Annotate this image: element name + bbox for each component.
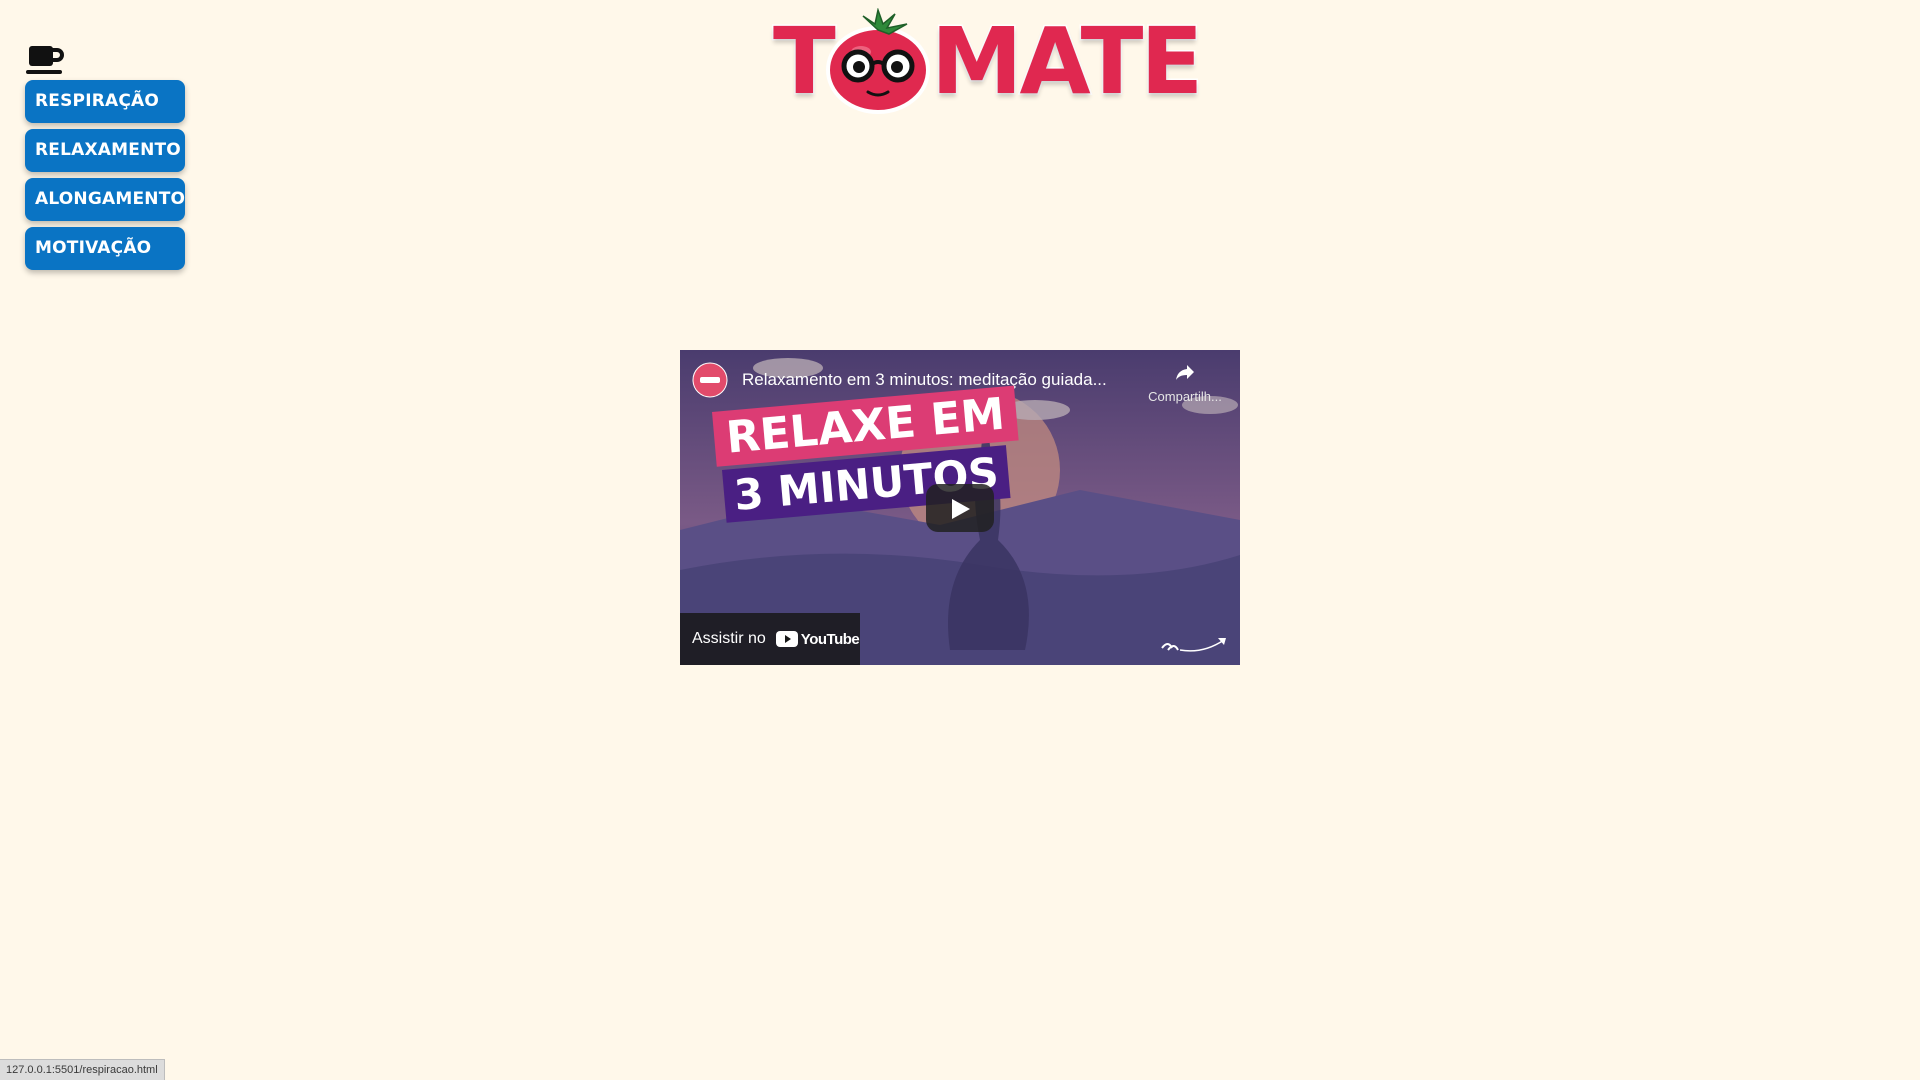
page: RESPIRAÇÃO RELAXAMENTO ALONGAMENTO MOTIV… — [0, 0, 1920, 1080]
share-label: Compartilh... — [1148, 389, 1222, 404]
youtube-logo: YouTube — [775, 630, 860, 648]
play-button[interactable] — [926, 484, 994, 532]
menu-item-motivacao[interactable]: MOTIVAÇÃO — [25, 227, 185, 270]
youtube-embed[interactable]: Relaxamento em 3 minutos: meditação guia… — [680, 350, 1240, 665]
logo-text-mate: MATE — [929, 7, 1204, 117]
channel-watermark-icon[interactable] — [1158, 632, 1230, 656]
share-icon — [1176, 365, 1194, 380]
youtube-play-icon — [775, 631, 798, 647]
menu-item-respiracao[interactable]: RESPIRAÇÃO — [25, 80, 185, 123]
tomate-logo[interactable]: T MATE — [772, 2, 1205, 117]
share-button[interactable]: Compartilh... — [1135, 360, 1235, 404]
tomato-with-glasses-icon — [826, 8, 930, 114]
menu-item-relaxamento[interactable]: RELAXAMENTO — [25, 129, 185, 172]
youtube-wordmark: YouTube — [800, 630, 860, 648]
menu-item-alongamento[interactable]: ALONGAMENTO — [25, 178, 185, 221]
watch-on-label: Assistir no — [692, 630, 766, 647]
channel-avatar[interactable] — [692, 362, 728, 398]
video-title[interactable]: Relaxamento em 3 minutos: meditação guia… — [742, 370, 1132, 390]
status-bar-url: 127.0.0.1:5501/respiracao.html — [0, 1059, 165, 1080]
sidebar-menu: RESPIRAÇÃO RELAXAMENTO ALONGAMENTO MOTIV… — [25, 80, 185, 276]
watch-on-youtube-button[interactable]: Assistir no YouTube — [680, 613, 860, 665]
coffee-cup-icon[interactable] — [25, 42, 67, 78]
play-icon — [952, 499, 970, 519]
